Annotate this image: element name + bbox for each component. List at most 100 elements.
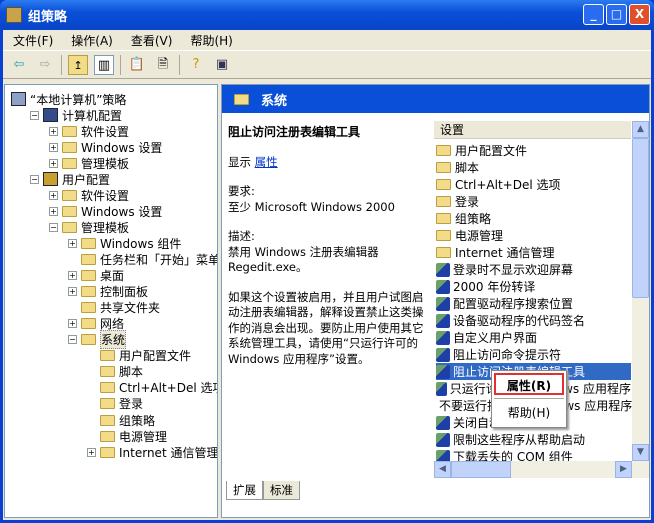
tree-item[interactable]: 组策略	[87, 412, 155, 428]
scroll-thumb[interactable]	[632, 138, 649, 298]
tree-item[interactable]: + Windows 组件	[68, 235, 181, 251]
tree-item-label: 共享文件夹	[100, 301, 161, 316]
maximize-button[interactable]: □	[606, 4, 627, 25]
properties-icon[interactable]: 📋	[127, 55, 147, 75]
tree-item[interactable]: 任务栏和「开始」菜单	[68, 252, 217, 268]
scroll-thumb[interactable]	[451, 461, 511, 478]
folder-icon	[436, 196, 451, 207]
folder-icon	[62, 125, 77, 137]
tree-item[interactable]: Ctrl+Alt+Del 选项	[87, 380, 217, 396]
vertical-scrollbar[interactable]: ▲ ▼	[632, 121, 649, 461]
tree-item[interactable]: + 软件设置	[49, 187, 129, 203]
expand-toggle-icon[interactable]: +	[68, 287, 77, 297]
menu-item-help[interactable]: 帮助(H)	[492, 402, 566, 424]
expand-toggle-icon[interactable]: +	[68, 238, 77, 248]
horizontal-scrollbar[interactable]: ◀ ▶	[434, 461, 649, 478]
tree-item[interactable]: 共享文件夹	[68, 300, 160, 316]
folder-icon	[81, 334, 96, 346]
tree-item[interactable]: − 用户配置	[30, 171, 110, 187]
policy-setting-icon	[436, 432, 450, 447]
tree-item[interactable]: 登录	[87, 396, 143, 412]
tree-item[interactable]: + 桌面	[68, 268, 124, 284]
help-icon[interactable]: ?	[186, 55, 206, 75]
menu-view[interactable]: 查看(V)	[131, 32, 173, 49]
tree-item[interactable]: 用户配置文件	[87, 348, 191, 364]
expand-toggle-icon[interactable]: +	[68, 319, 77, 329]
list-item[interactable]: 登录	[436, 193, 631, 210]
export-list-icon[interactable]: 🗎	[153, 55, 173, 75]
tree-item[interactable]: − 计算机配置	[30, 107, 122, 123]
list-item[interactable]: 限制这些程序从帮助启动	[436, 431, 631, 448]
expand-toggle-icon[interactable]: −	[30, 110, 39, 120]
group-policy-icon	[6, 7, 22, 23]
expand-toggle-icon[interactable]: +	[87, 447, 96, 457]
list-item-label: 阻止访问命令提示符	[453, 348, 562, 362]
minimize-button[interactable]: _	[583, 4, 604, 25]
list-item[interactable]: Ctrl+Alt+Del 选项	[436, 176, 631, 193]
list-item[interactable]: 自定义用户界面	[436, 329, 631, 346]
tree-item[interactable]: − 管理模板	[49, 219, 129, 235]
menu-file[interactable]: 文件(F)	[13, 32, 53, 49]
expand-toggle-icon[interactable]: +	[49, 206, 58, 216]
menu-item-properties[interactable]: 属性(R)	[494, 373, 564, 395]
expand-toggle-icon[interactable]: +	[49, 190, 58, 200]
folder-icon	[436, 247, 451, 258]
list-item[interactable]: 电源管理	[436, 227, 631, 244]
scroll-up-button[interactable]: ▲	[632, 121, 649, 138]
expand-toggle-icon[interactable]: +	[68, 271, 77, 281]
list-item[interactable]: 设备驱动程序的代码签名	[436, 312, 631, 329]
menu-action[interactable]: 操作(A)	[71, 32, 113, 49]
close-button[interactable]: X	[629, 4, 650, 25]
tab-extended[interactable]: 扩展	[226, 481, 263, 500]
window-body: 文件(F) 操作(A) 查看(V) 帮助(H) ⇦ ⇨ ↥ ▥ 📋 🗎 ? ▣ …	[3, 30, 651, 520]
show-action-pane-icon[interactable]: ▣	[212, 55, 232, 75]
policy-setting-icon	[436, 330, 450, 345]
up-folder-icon[interactable]: ↥	[68, 54, 88, 75]
list-item-label: 登录	[455, 195, 480, 209]
list-item[interactable]: 脚本	[436, 159, 631, 176]
tab-standard[interactable]: 标准	[263, 481, 300, 500]
folder-icon	[62, 189, 77, 201]
scroll-down-button[interactable]: ▼	[632, 444, 649, 461]
back-icon[interactable]: ⇦	[9, 55, 29, 75]
menu-help[interactable]: 帮助(H)	[190, 32, 232, 49]
expand-toggle-icon[interactable]: +	[49, 158, 58, 168]
list-item[interactable]: 阻止访问命令提示符	[436, 346, 631, 363]
properties-link[interactable]: 属性	[255, 155, 278, 169]
tree-item[interactable]: − 系统	[68, 330, 127, 350]
expand-toggle-icon[interactable]: −	[68, 335, 77, 345]
scroll-right-button[interactable]: ▶	[615, 461, 632, 478]
tree-item[interactable]: + Windows 设置	[49, 139, 162, 155]
folder-icon	[436, 213, 451, 224]
forward-icon[interactable]: ⇨	[35, 55, 55, 75]
column-header-setting[interactable]: 设置	[434, 121, 631, 139]
expand-toggle-icon[interactable]: −	[30, 174, 39, 184]
tree-item[interactable]: + 控制面板	[68, 284, 148, 300]
tree-item[interactable]: + Internet 通信管理	[87, 444, 217, 460]
expand-toggle-icon[interactable]: −	[49, 222, 58, 232]
list-item[interactable]: 配置驱动程序搜索位置	[436, 295, 631, 312]
list-item-label: 组策略	[455, 212, 492, 226]
scroll-left-button[interactable]: ◀	[434, 461, 451, 478]
list-item[interactable]: 登录时不显示欢迎屏幕	[436, 261, 631, 278]
tree-item[interactable]: + 软件设置	[49, 123, 129, 139]
toolbar: ⇦ ⇨ ↥ ▥ 📋 🗎 ? ▣	[3, 51, 651, 79]
list-item[interactable]: 2000 年份转译	[436, 278, 631, 295]
list-item[interactable]: Internet 通信管理	[436, 244, 631, 261]
tree-item[interactable]: “本地计算机”策略	[11, 91, 126, 107]
tree-item[interactable]: 脚本	[87, 364, 143, 380]
expand-toggle-icon[interactable]: +	[49, 142, 58, 152]
menu-separator	[494, 398, 564, 399]
list-item[interactable]: 组策略	[436, 210, 631, 227]
tree-item[interactable]: + Windows 设置	[49, 203, 162, 219]
tree-item-label: 计算机配置	[62, 108, 123, 123]
folder-icon	[436, 145, 451, 156]
setting-title: 阻止访问注册表编辑工具	[228, 125, 361, 139]
show-hide-tree-icon[interactable]: ▥	[94, 54, 114, 75]
tree-item[interactable]: + 管理模板	[49, 155, 129, 171]
list-item-label: 登录时不显示欢迎屏幕	[453, 263, 574, 277]
tree-item[interactable]: 电源管理	[87, 428, 167, 444]
list-item[interactable]: 用户配置文件	[436, 142, 631, 159]
expand-toggle-icon[interactable]: +	[49, 126, 58, 136]
folder-icon	[100, 446, 115, 458]
